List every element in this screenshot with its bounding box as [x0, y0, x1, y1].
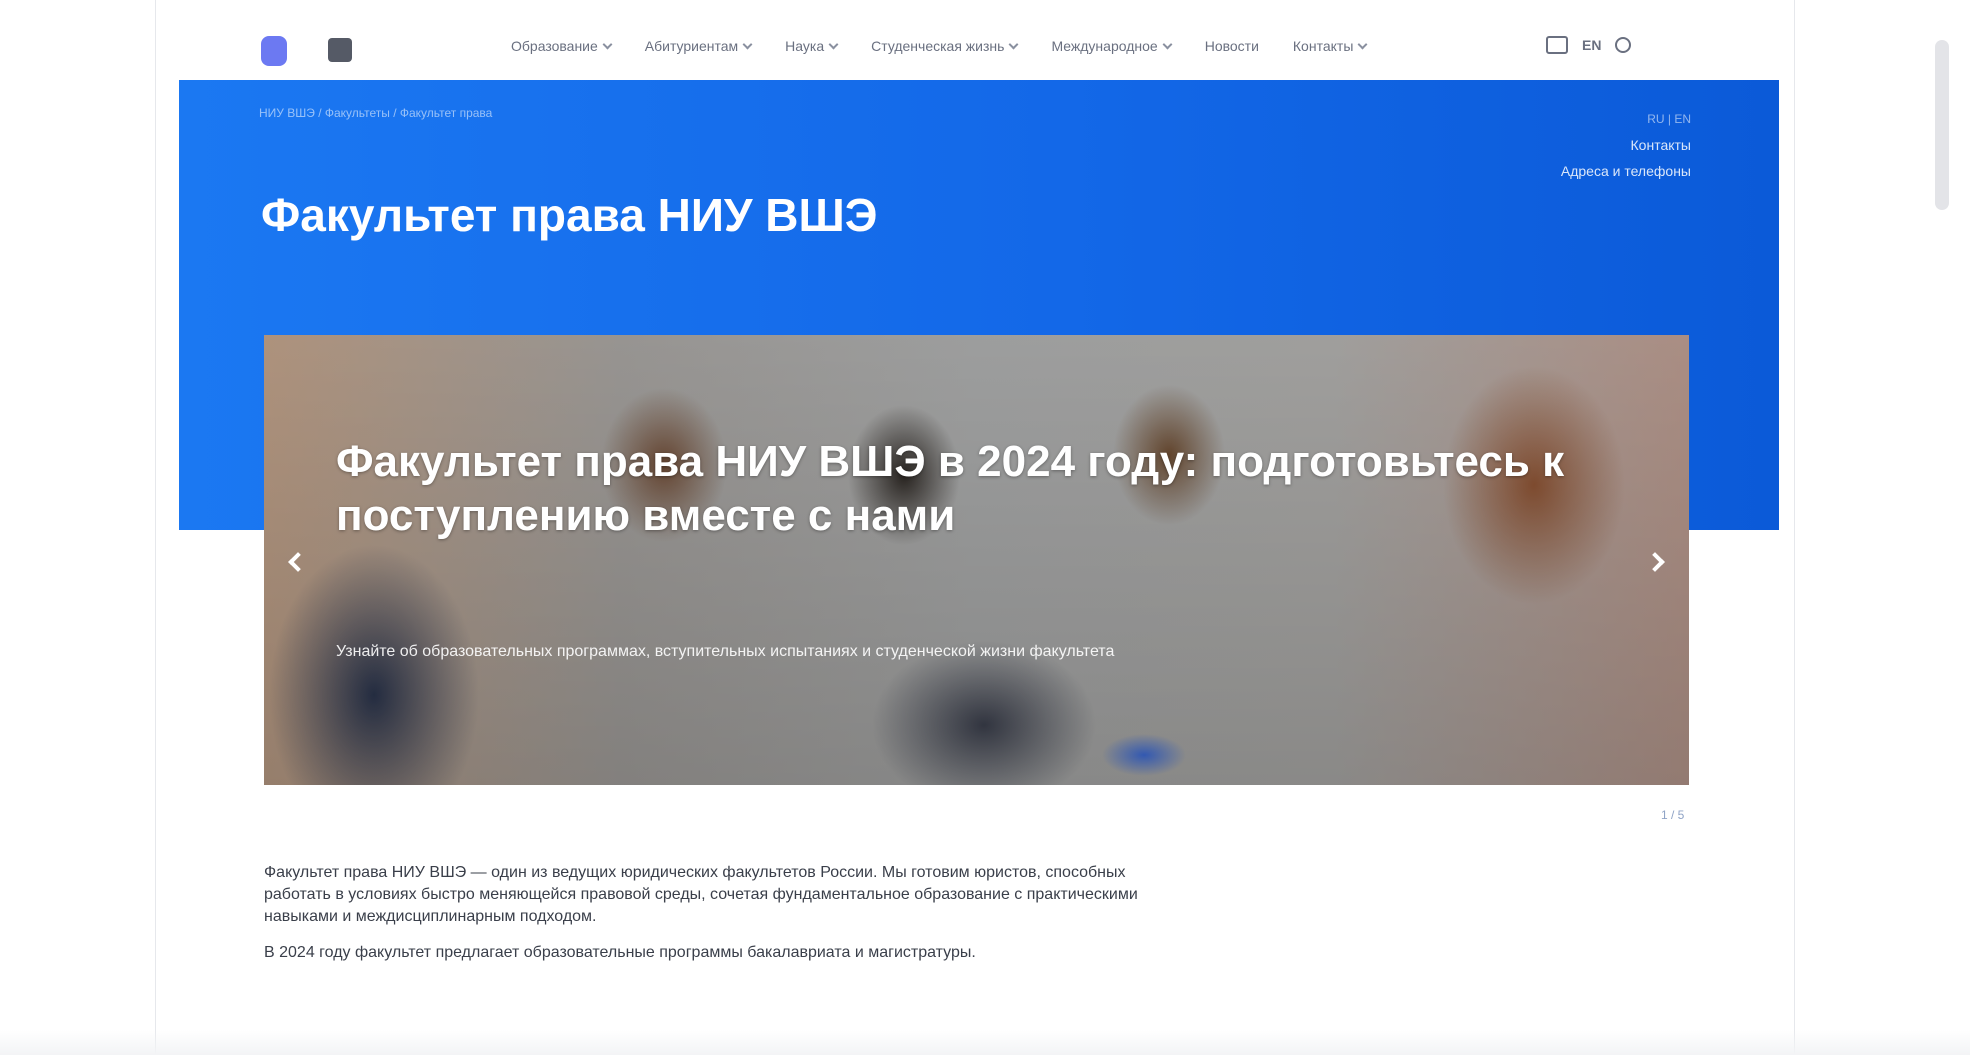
nav-item-education[interactable]: Образование — [511, 38, 613, 54]
search-icon[interactable] — [1615, 37, 1632, 53]
nav-item-international[interactable]: Международное — [1051, 38, 1173, 54]
nav-item-label: Образование — [511, 38, 598, 54]
news-slider[interactable]: Факультет права НИУ ВШЭ в 2024 году: под… — [264, 335, 1689, 785]
chevron-down-icon — [602, 39, 613, 49]
description-paragraph: В 2024 году факультет предлагает образов… — [264, 944, 976, 961]
faculty-description: Факультет права НИУ ВШЭ — один из ведущи… — [264, 862, 1144, 978]
bottom-fade — [0, 1030, 1970, 1055]
page-frame: Образование Абитуриентам Наука Студенчес… — [155, 0, 1795, 1055]
nav-item-label: Новости — [1204, 38, 1259, 54]
nav-item-news[interactable]: Новости — [1205, 38, 1259, 54]
breadcrumb[interactable]: НИУ ВШЭ / Факультеты / Факультет права — [259, 106, 492, 120]
hero-contacts-link[interactable]: Контакты — [1561, 132, 1691, 158]
chevron-down-icon — [1009, 39, 1019, 49]
nav-item-label: Студенческая жизнь — [871, 38, 1005, 54]
hero-lang-links[interactable]: RU | EN — [1561, 106, 1691, 132]
chevron-right-icon — [1645, 552, 1665, 572]
nav-item-label: Абитуриентам — [644, 38, 739, 54]
nav-utilities: EN — [1546, 36, 1632, 54]
nav-item-label: Наука — [785, 38, 825, 54]
chevron-down-icon — [1357, 39, 1368, 49]
faculty-logo-icon[interactable] — [328, 38, 352, 62]
slider-prev-button[interactable] — [276, 540, 320, 584]
accessibility-icon[interactable] — [1546, 36, 1568, 54]
slide-headline[interactable]: Факультет права НИУ ВШЭ в 2024 году: под… — [336, 435, 1616, 543]
slide-counter: 1 / 5 — [1661, 808, 1685, 822]
main-menu: Образование Абитуриентам Наука Студенчес… — [511, 38, 1368, 54]
nav-item-label: Международное — [1051, 38, 1158, 54]
scrollbar-thumb[interactable] — [1935, 40, 1949, 210]
top-navigation: Образование Абитуриентам Наука Студенчес… — [156, 0, 1796, 80]
hero-side-links: RU | EN Контакты Адреса и телефоны — [1561, 106, 1691, 184]
chevron-down-icon — [1162, 39, 1173, 49]
chevron-down-icon — [742, 39, 753, 49]
description-paragraph: Факультет права НИУ ВШЭ — один из ведущи… — [264, 864, 1138, 925]
nav-item-applicants[interactable]: Абитуриентам — [644, 38, 753, 54]
page-title: Факультет права НИУ ВШЭ — [261, 189, 878, 241]
nav-item-student-life[interactable]: Студенческая жизнь — [871, 38, 1019, 54]
hse-logo[interactable] — [261, 36, 287, 66]
slide-caption: Узнайте об образовательных программах, в… — [336, 643, 1115, 660]
language-switch[interactable]: EN — [1582, 37, 1601, 53]
chevron-down-icon — [828, 39, 839, 49]
hero-addresses-link[interactable]: Адреса и телефоны — [1561, 158, 1691, 184]
slide-image — [264, 335, 1689, 785]
chevron-left-icon — [288, 552, 308, 572]
slider-next-button[interactable] — [1633, 540, 1677, 584]
nav-item-contacts[interactable]: Контакты — [1292, 38, 1368, 54]
nav-item-label: Контакты — [1292, 38, 1354, 54]
nav-item-science[interactable]: Наука — [785, 38, 839, 54]
